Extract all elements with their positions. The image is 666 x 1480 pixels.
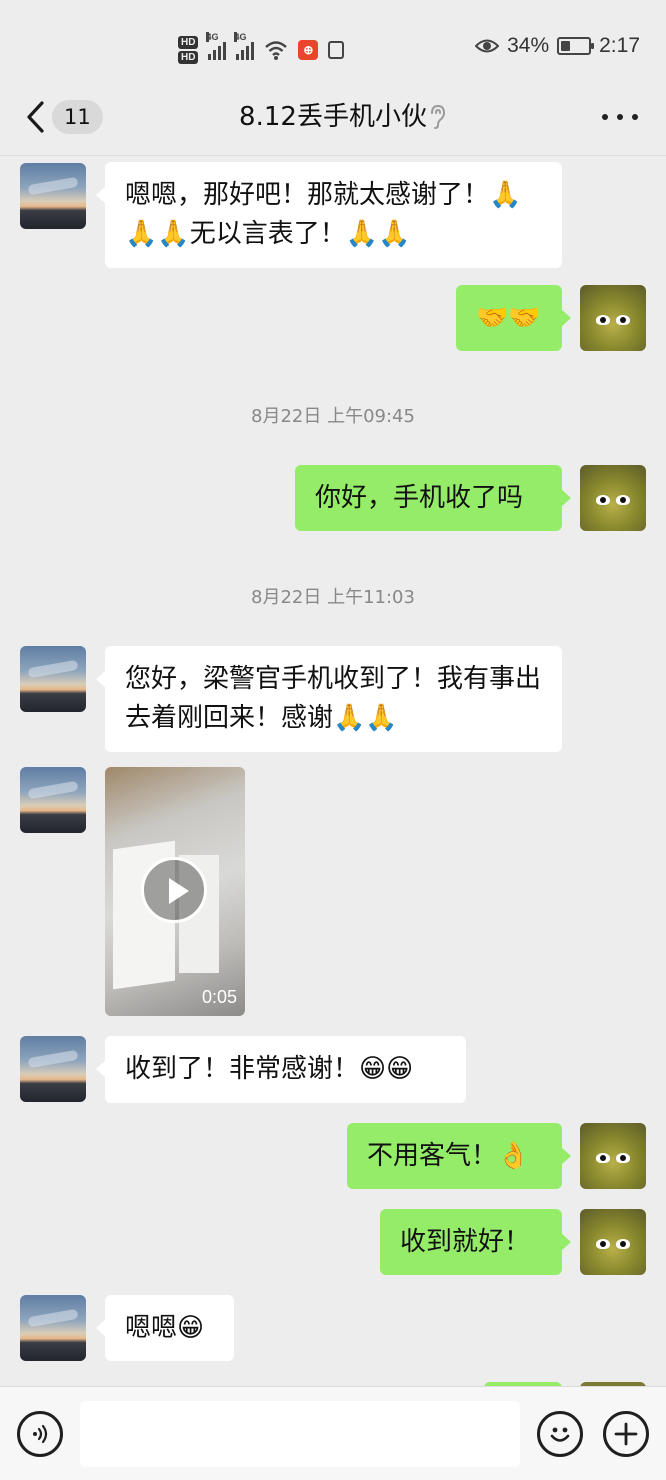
more-options-icon[interactable]: [602, 102, 638, 132]
incoming-message-bubble[interactable]: 您好，梁警官手机收到了！我有事出去着刚回来！感谢🙏🙏: [96, 646, 562, 752]
clock: 2:17: [599, 34, 640, 57]
status-right: 34% 2:17: [475, 34, 640, 58]
voice-input-icon[interactable]: [17, 1411, 63, 1457]
battery-icon: [557, 37, 595, 55]
status-icons: HD HD 4G 4G ⊕: [178, 30, 345, 70]
my-avatar[interactable]: [580, 1123, 646, 1189]
chat-header: 11 8.12丢手机小伙: [0, 88, 666, 156]
earpiece-mode-icon: [431, 104, 446, 129]
battery-fill: [561, 41, 570, 51]
contact-avatar[interactable]: [20, 163, 86, 229]
contact-avatar[interactable]: [20, 646, 86, 712]
video-duration: 0:05: [201, 987, 237, 1007]
my-avatar[interactable]: [580, 1209, 646, 1275]
incoming-message-bubble[interactable]: 嗯嗯😁: [96, 1295, 234, 1361]
eye-comfort-icon: [475, 39, 500, 53]
emoji-icon[interactable]: [537, 1411, 583, 1457]
add-more-icon[interactable]: [603, 1411, 649, 1457]
chat-title: 8.12丢手机小伙: [239, 102, 427, 132]
hd1-label: HD: [178, 36, 199, 49]
contact-avatar[interactable]: [20, 1295, 86, 1361]
signal-1-icon: 4G: [206, 32, 227, 60]
header-divider: [0, 155, 666, 156]
outgoing-message-bubble[interactable]: 🤝🤝: [456, 285, 571, 351]
status-bar: HD HD 4G 4G ⊕ 34% 2:17: [0, 0, 666, 88]
message-timestamp: 8月22日 上午09:45: [251, 406, 415, 427]
plus-icon: [614, 1422, 638, 1446]
play-icon[interactable]: [141, 857, 207, 923]
incoming-message-bubble[interactable]: 嗯嗯，那好吧！那就太感谢了！🙏🙏🙏无以言表了！🙏🙏: [96, 162, 562, 268]
my-avatar[interactable]: [580, 285, 646, 351]
hd2-label: HD: [178, 51, 199, 64]
message-timestamp: 8月22日 上午11:03: [251, 587, 415, 608]
incoming-message-bubble[interactable]: 收到了！非常感谢！😁😁: [96, 1036, 466, 1103]
video-message[interactable]: 0:05: [105, 767, 245, 1016]
hd-indicator: HD HD: [178, 36, 199, 64]
message-input[interactable]: [80, 1401, 520, 1467]
net2-label: 4G: [234, 32, 247, 42]
outgoing-message-bubble[interactable]: 不用客气！👌: [347, 1123, 571, 1189]
outgoing-message-bubble[interactable]: 你好，手机收了吗: [295, 465, 571, 531]
input-bar: [0, 1386, 666, 1480]
contact-avatar[interactable]: [20, 1036, 86, 1102]
outgoing-message-bubble[interactable]: 收到就好！: [380, 1209, 571, 1275]
wifi-icon: [265, 41, 288, 60]
smiley-face-icon: [550, 1427, 570, 1442]
net1-label: 4G: [206, 32, 219, 42]
contact-avatar[interactable]: [20, 767, 86, 833]
signal-2-icon: 4G: [234, 32, 255, 60]
nfc-icon: [328, 41, 345, 59]
my-avatar[interactable]: [580, 465, 646, 531]
app-notification-icon: ⊕: [298, 40, 319, 60]
voice-wave-icon: [33, 1424, 48, 1444]
battery-percent: 34%: [507, 34, 550, 57]
